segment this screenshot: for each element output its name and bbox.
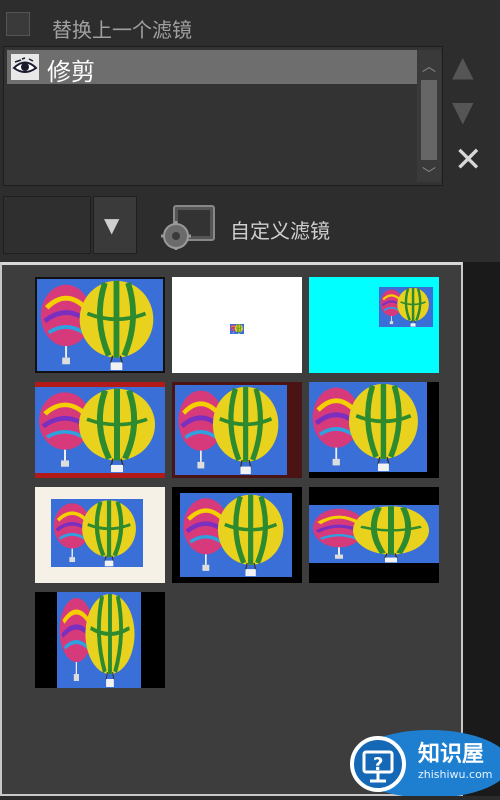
preset-dropdown-button[interactable]: ▼: [93, 196, 137, 254]
balloon-image: [379, 287, 433, 327]
balloon-image: [57, 592, 141, 688]
replace-previous-label: 替换上一个滤镜: [52, 14, 192, 43]
balloon-image: [35, 387, 165, 473]
list-item-trim[interactable]: 修剪: [7, 50, 417, 84]
gear-monitor-icon[interactable]: [160, 202, 218, 250]
preset-thumb-dark-red-border[interactable]: [172, 382, 302, 478]
preset-thumb-black-right[interactable]: [309, 382, 439, 478]
balloon-image: [230, 324, 244, 334]
scroll-down-icon[interactable]: ﹀: [422, 164, 436, 184]
list-item-label: 修剪: [47, 52, 95, 87]
preset-thumb-letterbox[interactable]: [309, 487, 439, 583]
background-timeline: [463, 262, 500, 796]
arrow-up-icon[interactable]: ▲: [452, 50, 474, 83]
preset-thumb-cyan-corner[interactable]: [309, 277, 439, 373]
preset-thumb-red-bars[interactable]: [35, 382, 165, 478]
svg-text:?: ?: [373, 754, 383, 775]
watermark-label: 知识屋: [418, 736, 484, 768]
scroll-thumb[interactable]: [421, 80, 437, 160]
preset-field[interactable]: [3, 196, 91, 254]
list-scrollbar[interactable]: ︿ ﹀: [417, 50, 441, 182]
balloon-image: [180, 493, 292, 577]
balloon-image: [51, 499, 143, 567]
balloon-image: [175, 385, 287, 475]
balloon-image: [309, 505, 439, 563]
replace-previous-checkbox[interactable]: [6, 12, 30, 36]
watermark-logo: ? 知识屋 zhishiwu.com: [330, 726, 500, 796]
preset-thumbnail-popup: [0, 262, 463, 796]
close-icon[interactable]: ✕: [454, 140, 483, 180]
balloon-image: [309, 382, 427, 472]
filter-list[interactable]: 修剪 ︿ ﹀: [3, 46, 443, 186]
watermark-url: zhishiwu.com: [418, 768, 493, 781]
arrow-down-icon[interactable]: ▼: [452, 95, 474, 128]
preset-thumb-pillarbox[interactable]: [35, 592, 165, 688]
preset-thumb-tiny-center[interactable]: [172, 277, 302, 373]
custom-filter-label[interactable]: 自定义滤镜: [230, 215, 330, 244]
eye-icon: [11, 54, 39, 80]
filter-panel: 替换上一个滤镜 修剪 ︿ ﹀ ▲ ▼ ✕ ▼: [0, 0, 500, 262]
preset-thumb-normal[interactable]: [35, 277, 165, 373]
preset-thumb-black-frame[interactable]: [172, 487, 302, 583]
preset-thumb-white-frame[interactable]: [35, 487, 165, 583]
scroll-up-icon[interactable]: ︿: [422, 56, 436, 76]
chevron-down-icon: ▼: [104, 213, 119, 237]
balloon-image: [37, 279, 163, 371]
